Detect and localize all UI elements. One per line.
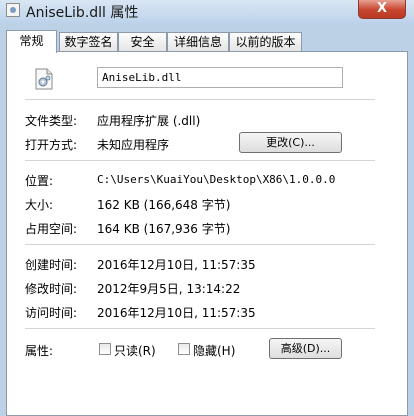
- size-on-disk-label: 占用空间:: [25, 222, 78, 236]
- accessed-value: 2016年12月10日, 11:57:35: [97, 306, 256, 320]
- accessed-label: 访问时间:: [25, 306, 78, 320]
- location-value: C:\Users\KuaiYou\Desktop\X86\1.0.0.0: [97, 173, 336, 186]
- advanced-button[interactable]: 高级(D)...: [269, 338, 342, 359]
- hidden-label: 隐藏(H): [193, 344, 236, 358]
- size-value: 162 KB (166,648 字节): [97, 198, 231, 212]
- divider: [25, 99, 375, 100]
- attributes-label: 属性:: [25, 344, 54, 358]
- size-label: 大小:: [25, 198, 54, 212]
- tab-digital-signatures[interactable]: 数字签名: [59, 32, 118, 52]
- tab-strip: 常规 数字签名 安全 详细信息 以前的版本: [6, 30, 406, 53]
- tab-security[interactable]: 安全: [118, 32, 167, 52]
- divider: [25, 244, 375, 245]
- file-name-field[interactable]: AniseLib.dll: [97, 67, 343, 88]
- modified-value: 2012年9月5日, 13:14:22: [97, 282, 241, 296]
- divider: [25, 160, 375, 161]
- file-type-value: 应用程序扩展 (.dll): [97, 114, 201, 128]
- window-title: AniseLib.dll 属性: [26, 5, 139, 21]
- location-label: 位置:: [25, 174, 54, 188]
- dll-file-icon: [35, 68, 53, 90]
- tab-previous-versions[interactable]: 以前的版本: [229, 32, 302, 52]
- created-label: 创建时间:: [25, 258, 78, 272]
- file-properties-icon: [6, 3, 20, 17]
- created-value: 2016年12月10日, 11:57:35: [97, 258, 256, 272]
- file-type-label: 文件类型:: [25, 114, 78, 128]
- divider: [25, 328, 375, 329]
- opens-with-value: 未知应用程序: [97, 138, 170, 152]
- readonly-checkbox[interactable]: [99, 343, 111, 355]
- tab-general[interactable]: 常规: [6, 30, 57, 53]
- size-on-disk-value: 164 KB (167,936 字节): [97, 222, 231, 236]
- change-button[interactable]: 更改(C)...: [239, 132, 342, 153]
- hidden-checkbox[interactable]: [178, 343, 190, 355]
- close-button[interactable]: X: [358, 0, 406, 19]
- title-bar: AniseLib.dll 属性 X: [0, 0, 414, 24]
- tab-details[interactable]: 详细信息: [167, 32, 229, 52]
- readonly-label: 只读(R): [114, 344, 156, 358]
- opens-with-label: 打开方式:: [25, 138, 78, 152]
- modified-label: 修改时间:: [25, 282, 78, 296]
